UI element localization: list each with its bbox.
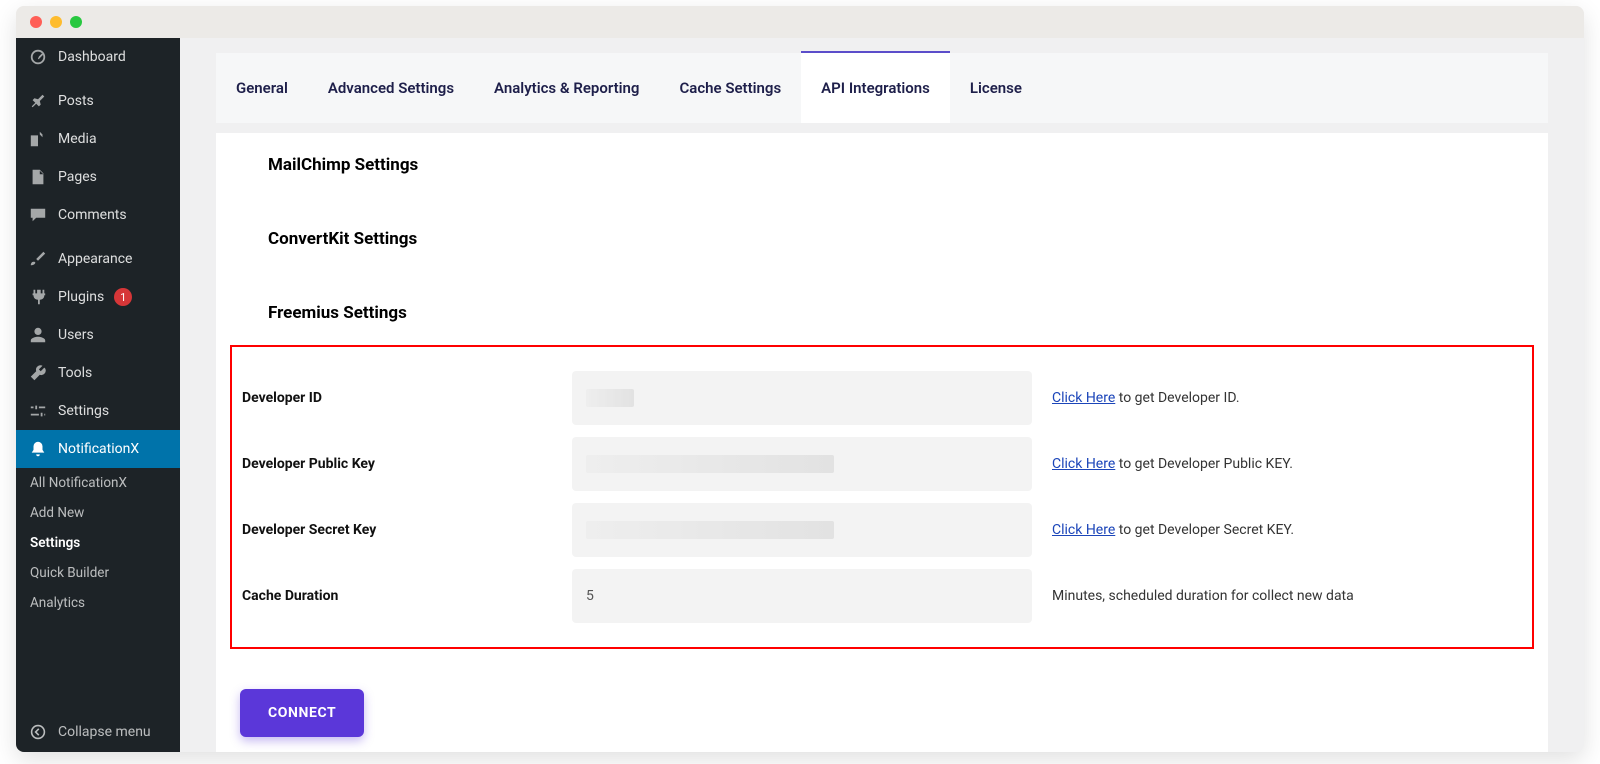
sidebar-item-media[interactable]: Media: [16, 120, 180, 158]
tab-general[interactable]: General: [216, 53, 308, 123]
titlebar: [16, 6, 1584, 38]
sidebar-item-label: Appearance: [58, 251, 132, 267]
redacted-value: [586, 389, 634, 407]
sidebar-item-comments[interactable]: Comments: [16, 196, 180, 234]
update-badge: 1: [114, 288, 132, 306]
collapse-menu[interactable]: Collapse menu: [16, 712, 180, 752]
wrench-icon: [28, 363, 48, 383]
field-hint: Click Here to get Developer Public KEY.: [1052, 456, 1522, 472]
tab-license[interactable]: License: [950, 53, 1042, 123]
field-hint: Click Here to get Developer ID.: [1052, 390, 1522, 406]
cache-duration-input[interactable]: [572, 569, 1032, 623]
click-here-link[interactable]: Click Here: [1052, 522, 1115, 538]
section-title: Freemius Settings: [216, 281, 1548, 345]
redacted-value: [586, 455, 834, 473]
submenu-quick-builder[interactable]: Quick Builder: [16, 558, 180, 588]
api-integrations-panel: MailChimp Settings ConvertKit Settings F…: [216, 133, 1548, 752]
app-window: Dashboard Posts Media Pages Comments: [16, 6, 1584, 752]
tab-analytics-reporting[interactable]: Analytics & Reporting: [474, 53, 659, 123]
tab-advanced-settings[interactable]: Advanced Settings: [308, 53, 474, 123]
section-title: MailChimp Settings: [216, 133, 1548, 197]
settings-tabbar: General Advanced Settings Analytics & Re…: [216, 53, 1548, 123]
plug-icon: [28, 287, 48, 307]
dashboard-icon: [28, 47, 48, 67]
row-developer-public-key: Developer Public Key Click Here to get D…: [242, 431, 1522, 497]
sidebar-item-label: Dashboard: [58, 49, 126, 65]
redacted-value: [586, 521, 834, 539]
section-mailchimp[interactable]: MailChimp Settings: [216, 133, 1548, 197]
brush-icon: [28, 249, 48, 269]
window-zoom-dot[interactable]: [70, 16, 82, 28]
sidebar-item-notificationx[interactable]: NotificationX: [16, 430, 180, 468]
wp-admin-sidebar: Dashboard Posts Media Pages Comments: [16, 38, 180, 752]
window-minimize-dot[interactable]: [50, 16, 62, 28]
developer-secret-key-input[interactable]: [572, 503, 1032, 557]
sidebar-item-label: Settings: [58, 403, 109, 419]
field-hint: Click Here to get Developer Secret KEY.: [1052, 522, 1522, 538]
developer-public-key-input[interactable]: [572, 437, 1032, 491]
field-label: Developer ID: [242, 390, 552, 406]
sidebar-item-label: Media: [58, 131, 97, 147]
field-hint: Minutes, scheduled duration for collect …: [1052, 588, 1522, 604]
sidebar-item-pages[interactable]: Pages: [16, 158, 180, 196]
developer-id-input[interactable]: [572, 371, 1032, 425]
user-icon: [28, 325, 48, 345]
pin-icon: [28, 91, 48, 111]
submenu-analytics[interactable]: Analytics: [16, 588, 180, 618]
section-freemius: Freemius Settings Developer ID Click Her…: [216, 281, 1548, 737]
submenu-all-notificationx[interactable]: All NotificationX: [16, 468, 180, 498]
row-developer-secret-key: Developer Secret Key Click Here to get D…: [242, 497, 1522, 563]
sidebar-item-label: Pages: [58, 169, 97, 185]
sidebar-item-label: Posts: [58, 93, 94, 109]
field-label: Cache Duration: [242, 588, 552, 604]
comment-icon: [28, 205, 48, 225]
sidebar-item-label: NotificationX: [58, 441, 139, 457]
sidebar-item-dashboard[interactable]: Dashboard: [16, 38, 180, 76]
page-icon: [28, 167, 48, 187]
submenu-add-new[interactable]: Add New: [16, 498, 180, 528]
tab-cache-settings[interactable]: Cache Settings: [659, 53, 801, 123]
section-convertkit[interactable]: ConvertKit Settings: [216, 207, 1548, 271]
sidebar-item-plugins[interactable]: Plugins 1: [16, 278, 180, 316]
sidebar-item-label: Comments: [58, 207, 127, 223]
collapse-label: Collapse menu: [58, 724, 151, 740]
section-title: ConvertKit Settings: [216, 207, 1548, 271]
field-label: Developer Secret Key: [242, 522, 552, 538]
media-icon: [28, 129, 48, 149]
sidebar-item-label: Users: [58, 327, 94, 343]
sidebar-item-users[interactable]: Users: [16, 316, 180, 354]
sidebar-item-tools[interactable]: Tools: [16, 354, 180, 392]
highlight-box: Developer ID Click Here to get Developer…: [230, 345, 1534, 649]
sidebar-item-label: Plugins: [58, 289, 104, 305]
window-close-dot[interactable]: [30, 16, 42, 28]
sidebar-item-label: Tools: [58, 365, 92, 381]
collapse-icon: [28, 722, 48, 742]
sidebar-item-posts[interactable]: Posts: [16, 82, 180, 120]
connect-button[interactable]: CONNECT: [240, 689, 364, 737]
bell-icon: [28, 439, 48, 459]
click-here-link[interactable]: Click Here: [1052, 390, 1115, 406]
main-content: General Advanced Settings Analytics & Re…: [180, 38, 1584, 752]
submenu-settings[interactable]: Settings: [16, 528, 180, 558]
tab-api-integrations[interactable]: API Integrations: [801, 51, 950, 123]
row-developer-id: Developer ID Click Here to get Developer…: [242, 365, 1522, 431]
sidebar-item-settings[interactable]: Settings: [16, 392, 180, 430]
sidebar-item-appearance[interactable]: Appearance: [16, 240, 180, 278]
sliders-icon: [28, 401, 48, 421]
click-here-link[interactable]: Click Here: [1052, 456, 1115, 472]
field-label: Developer Public Key: [242, 456, 552, 472]
row-cache-duration: Cache Duration Minutes, scheduled durati…: [242, 563, 1522, 629]
